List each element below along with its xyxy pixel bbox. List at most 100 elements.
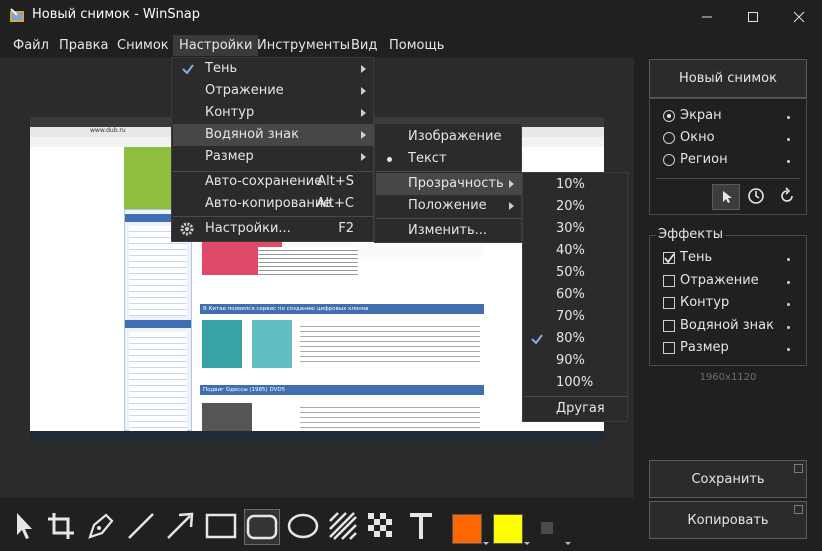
menu-settings[interactable]: Настройки — [173, 35, 259, 56]
radio-region[interactable] — [663, 154, 675, 166]
window-title: Новый снимок - WinSnap — [32, 7, 201, 22]
rectangle-tool[interactable] — [204, 509, 238, 543]
menu-item-outline[interactable]: Контур — [173, 102, 374, 124]
preview-text-block-2 — [300, 403, 480, 431]
menu-item-shadow[interactable]: Тень — [173, 58, 374, 80]
menu-item-auto-copy[interactable]: Авто-копирование Alt+C — [173, 193, 374, 215]
preview-address: www.dub.ru — [90, 127, 126, 134]
menu-item-label: Отражение — [205, 83, 284, 98]
ellipse-tool[interactable] — [286, 509, 320, 543]
crop-tool[interactable] — [44, 509, 78, 543]
minimize-button[interactable] — [684, 0, 730, 33]
checkmark-icon — [531, 334, 543, 345]
options-dot-icon[interactable] — [787, 138, 790, 141]
arrow-tool[interactable] — [163, 509, 197, 543]
menu-item-size[interactable]: Размер — [173, 146, 374, 168]
checkbox-watermark[interactable] — [663, 320, 675, 332]
new-snapshot-button[interactable]: Новый снимок — [649, 59, 807, 98]
menu-item-20[interactable]: 20% — [524, 196, 628, 218]
menu-item-watermark[interactable]: Водяной знак — [173, 124, 374, 146]
arrow-icon — [167, 512, 194, 539]
close-button[interactable] — [776, 0, 822, 33]
menu-item-label: 60% — [556, 287, 585, 302]
timer-button[interactable] — [746, 186, 766, 210]
checkbox-size[interactable] — [663, 342, 675, 354]
primary-color-swatch[interactable] — [452, 514, 482, 544]
secondary-color-swatch[interactable] — [493, 514, 523, 544]
effect-label: Отражение — [680, 273, 759, 288]
menu-item-70[interactable]: 70% — [524, 306, 628, 328]
menu-edit[interactable]: Правка — [53, 35, 114, 56]
checkbox-outline[interactable] — [663, 297, 675, 309]
maximize-button[interactable] — [730, 0, 776, 33]
text-tool[interactable] — [404, 509, 438, 543]
pixelate-tool[interactable] — [364, 509, 398, 543]
options-dot-icon[interactable] — [787, 258, 790, 261]
options-dot-icon[interactable] — [787, 281, 790, 284]
menu-help[interactable]: Помощь — [383, 35, 450, 56]
menu-item-text[interactable]: Текст — [376, 148, 522, 170]
menu-item-other[interactable]: Другая — [524, 398, 628, 420]
cursor-toggle-button[interactable] — [712, 184, 740, 210]
menu-item-auto-save[interactable]: Авто-сохранение Alt+S — [173, 171, 374, 193]
menu-item-transparency[interactable]: Прозрачность — [376, 173, 522, 195]
menu-item-40[interactable]: 40% — [524, 240, 628, 262]
menu-item-80[interactable]: 80% — [524, 328, 628, 350]
menu-item-90[interactable]: 90% — [524, 350, 628, 372]
options-dot-icon[interactable] — [787, 303, 790, 306]
save-button[interactable]: Сохранить — [649, 460, 807, 498]
preview-text-block — [300, 322, 480, 362]
menu-item-30[interactable]: 30% — [524, 218, 628, 240]
options-dot-icon[interactable] — [787, 348, 790, 351]
menu-item-position[interactable]: Положение — [376, 195, 522, 217]
menu-item-label: Настройки... — [205, 221, 291, 236]
submenu-arrow-icon — [509, 202, 514, 210]
menu-tools[interactable]: Инструменты — [251, 35, 356, 56]
rounded-rectangle-icon — [246, 514, 278, 540]
repeat-button[interactable] — [777, 186, 797, 210]
menu-item-settings[interactable]: Настройки... F2 — [173, 218, 374, 240]
pen-tool[interactable] — [84, 509, 118, 543]
preview-image-1 — [202, 320, 242, 368]
menu-item-10[interactable]: 10% — [524, 174, 628, 196]
menu-item-100[interactable]: 100% — [524, 372, 628, 394]
options-dot-icon[interactable] — [787, 326, 790, 329]
menu-item-image[interactable]: Изображение — [376, 126, 522, 148]
close-icon — [793, 11, 805, 22]
menu-item-label: Изображение — [408, 129, 502, 144]
preview-heading-1: В Китае появился сервис по созданию цифр… — [200, 304, 484, 314]
effect-label: Тень — [680, 250, 713, 265]
line-tool[interactable] — [124, 509, 158, 543]
winsnap-logo-icon — [9, 8, 25, 24]
hatch-tool[interactable] — [326, 509, 360, 543]
menu-item-reflection[interactable]: Отражение — [173, 80, 374, 102]
line-width-dropdown-icon[interactable] — [565, 542, 571, 545]
menu-view[interactable]: Вид — [345, 35, 383, 56]
options-dot-icon[interactable] — [787, 116, 790, 119]
checkbox-reflection[interactable] — [663, 275, 675, 287]
line-width-button[interactable] — [541, 522, 553, 534]
hatch-icon — [329, 512, 357, 540]
menu-item-edit[interactable]: Изменить... — [376, 220, 522, 242]
primary-color-dropdown-icon[interactable] — [483, 542, 489, 545]
save-label: Сохранить — [691, 471, 765, 487]
menu-item-label: 10% — [556, 177, 585, 192]
effect-label: Размер — [680, 340, 729, 355]
effect-label: Водяной знак — [680, 318, 774, 333]
pointer-tool[interactable] — [6, 509, 40, 543]
line-icon — [128, 513, 154, 539]
menu-snapshot[interactable]: Снимок — [111, 35, 175, 56]
radio-window[interactable] — [663, 132, 675, 144]
menu-item-label: 90% — [556, 353, 585, 368]
menu-item-50[interactable]: 50% — [524, 262, 628, 284]
options-dot-icon[interactable] — [787, 160, 790, 163]
menu-item-label: Тень — [205, 61, 238, 76]
radio-screen[interactable] — [663, 110, 675, 122]
dropdown-box-icon[interactable] — [794, 464, 803, 473]
copy-button[interactable]: Копировать — [649, 501, 807, 539]
rounded-rectangle-tool[interactable] — [244, 509, 280, 545]
dropdown-box-icon[interactable] — [794, 505, 803, 514]
secondary-color-dropdown-icon[interactable] — [524, 542, 530, 545]
menu-item-60[interactable]: 60% — [524, 284, 628, 306]
menu-file[interactable]: Файл — [7, 35, 55, 56]
